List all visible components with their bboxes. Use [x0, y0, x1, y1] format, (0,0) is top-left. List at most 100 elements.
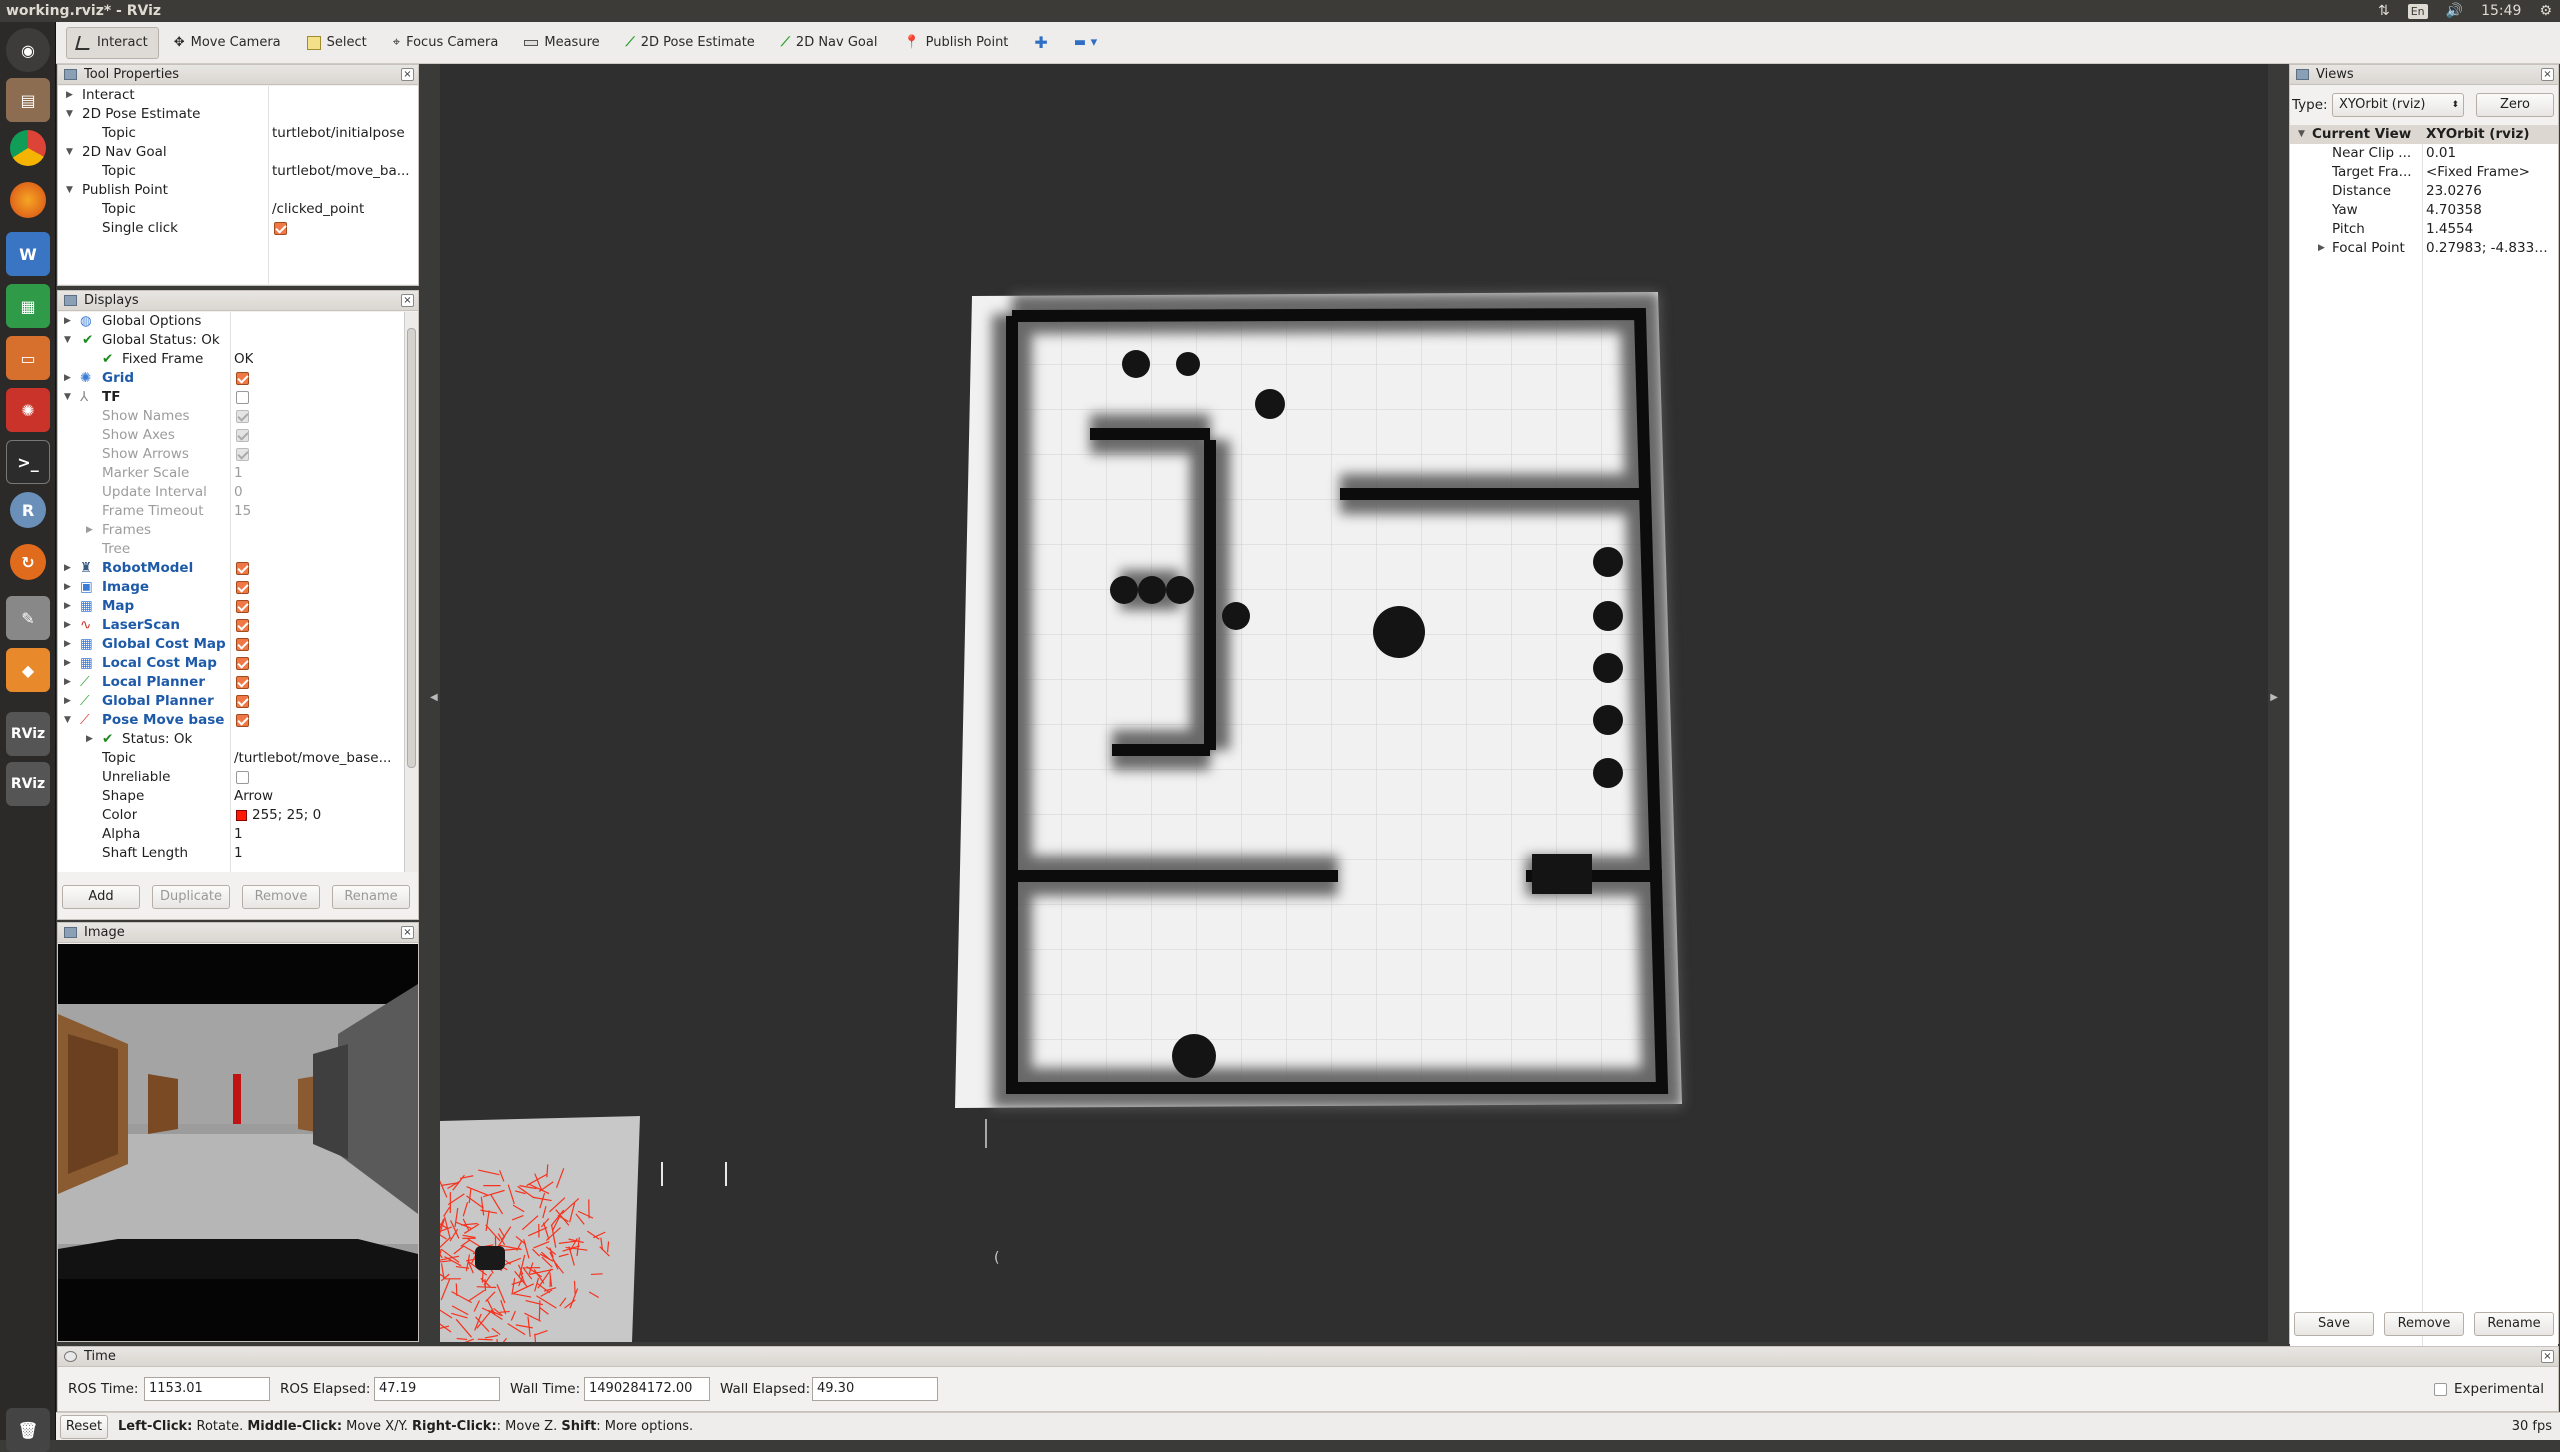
single-click-checkbox[interactable]	[274, 222, 287, 235]
display-checkbox[interactable]	[236, 562, 249, 575]
display-checkbox[interactable]	[236, 581, 249, 594]
remove-display-button[interactable]: Remove	[242, 885, 320, 909]
row-value[interactable]: 1	[234, 825, 243, 844]
tree-row[interactable]: Frame Timeout15	[58, 502, 404, 521]
tree-row[interactable]: ▼Current ViewXYOrbit (rviz)	[2290, 125, 2558, 144]
updater-icon[interactable]: ↻	[10, 544, 46, 580]
tree-row[interactable]: Color255; 25; 0	[58, 806, 404, 825]
tree-row[interactable]: Show Arrows	[58, 445, 404, 464]
r-icon[interactable]: R	[10, 492, 46, 528]
sublime-icon[interactable]: ◆	[6, 648, 50, 692]
wall-elapsed-field[interactable]: 49.30	[812, 1377, 938, 1401]
close-icon[interactable]: ×	[401, 68, 414, 81]
tree-row[interactable]: ▶▦Map	[58, 597, 404, 616]
left-collapse-handle[interactable]: ◀	[430, 692, 438, 703]
tree-row[interactable]: ▼2D Nav Goal	[58, 143, 418, 162]
ros-time-field[interactable]: 1153.01	[144, 1377, 270, 1401]
experimental-checkbox[interactable]	[2434, 1383, 2447, 1396]
ros-elapsed-field[interactable]: 47.19	[374, 1377, 500, 1401]
tree-row[interactable]: Target Fra...<Fixed Frame>	[2290, 163, 2558, 182]
row-value[interactable]: XYOrbit (rviz)	[2426, 125, 2530, 144]
tree-row[interactable]: ▼Publish Point	[58, 181, 418, 200]
display-checkbox[interactable]	[236, 638, 249, 651]
display-checkbox[interactable]	[236, 676, 249, 689]
display-checkbox[interactable]	[236, 391, 249, 404]
remove-tool-button[interactable]: ▬ ▾	[1063, 27, 1108, 59]
tree-row[interactable]: ▼✔Global Status: Ok	[58, 331, 404, 350]
disabled-checkbox[interactable]	[236, 429, 249, 442]
disabled-checkbox[interactable]	[236, 448, 249, 461]
tree-row[interactable]: Topic/clicked_point	[58, 200, 418, 219]
row-value[interactable]: turtlebot/initialpose	[272, 124, 418, 143]
tree-row[interactable]: Topicturtlebot/initialpose	[58, 124, 418, 143]
close-icon[interactable]: ×	[2541, 68, 2554, 81]
row-value[interactable]: <Fixed Frame>	[2426, 163, 2530, 182]
close-icon[interactable]: ×	[2541, 1350, 2554, 1363]
row-value[interactable]: 23.0276	[2426, 182, 2482, 201]
files-icon[interactable]: ▤	[6, 78, 50, 122]
tree-row[interactable]: ✔Fixed FrameOK	[58, 350, 404, 369]
nav-goal-tool-button[interactable]: ⟋2D Nav Goal	[770, 27, 889, 59]
tree-row[interactable]: ▶▦Global Cost Map	[58, 635, 404, 654]
tree-row[interactable]: Topicturtlebot/move_ba...	[58, 162, 418, 181]
impress-icon[interactable]: ▭	[6, 336, 50, 380]
duplicate-display-button[interactable]: Duplicate	[152, 885, 230, 909]
save-view-button[interactable]: Save	[2294, 1312, 2374, 1336]
tree-row[interactable]: Update Interval0	[58, 483, 404, 502]
tree-row[interactable]: ▼⟋Pose Move base	[58, 711, 404, 730]
tree-row[interactable]: Alpha1	[58, 825, 404, 844]
tree-row[interactable]: ▶▣Image	[58, 578, 404, 597]
row-value[interactable]: 0.01	[2426, 144, 2456, 163]
close-icon[interactable]: ×	[401, 294, 414, 307]
row-value[interactable]: 15	[234, 502, 251, 521]
wall-time-field[interactable]: 1490284172.00	[584, 1377, 710, 1401]
firefox-icon[interactable]	[10, 182, 46, 218]
focus-camera-tool-button[interactable]: ⌖Focus Camera	[382, 27, 510, 59]
display-checkbox[interactable]	[236, 714, 249, 727]
tree-row[interactable]: ▶✺Grid	[58, 369, 404, 388]
volume-icon[interactable]: 🔊	[2446, 0, 2463, 22]
tree-row[interactable]: ▶⟋Local Planner	[58, 673, 404, 692]
tree-row[interactable]: ShapeArrow	[58, 787, 404, 806]
disabled-checkbox[interactable]	[236, 410, 249, 423]
row-value[interactable]: /turtlebot/move_base...	[234, 749, 402, 768]
row-value[interactable]: turtlebot/move_ba...	[272, 162, 418, 181]
display-checkbox[interactable]	[236, 657, 249, 670]
tree-row[interactable]: ▶✔Status: Ok	[58, 730, 404, 749]
rviz-icon[interactable]: RViz	[6, 712, 50, 756]
tree-row[interactable]: ▼2D Pose Estimate	[58, 105, 418, 124]
tree-row[interactable]: ▶▦Local Cost Map	[58, 654, 404, 673]
network-icon[interactable]: ⇅	[2378, 0, 2390, 22]
remove-view-button[interactable]: Remove	[2384, 1312, 2464, 1336]
interact-tool-button[interactable]: Interact	[66, 27, 159, 59]
move-camera-tool-button[interactable]: ✥Move Camera	[163, 27, 292, 59]
chrome-icon[interactable]	[10, 130, 46, 166]
tree-row[interactable]: Topic/turtlebot/move_base...	[58, 749, 404, 768]
display-checkbox[interactable]	[236, 695, 249, 708]
add-tool-button[interactable]: ✚	[1023, 27, 1058, 59]
row-value[interactable]: 0.27983; -4.8332;...	[2426, 239, 2556, 258]
select-tool-button[interactable]: Select	[296, 27, 378, 59]
settings-gear-icon[interactable]: ⚙	[2539, 0, 2552, 22]
tree-row[interactable]: Distance23.0276	[2290, 182, 2558, 201]
tree-row[interactable]: ▶⟋Global Planner	[58, 692, 404, 711]
measure-tool-button[interactable]: Measure	[513, 27, 610, 59]
row-value[interactable]: /clicked_point	[272, 200, 418, 219]
tree-row[interactable]: ▶Frames	[58, 521, 404, 540]
rviz-spider-icon[interactable]: ✺	[6, 388, 50, 432]
add-display-button[interactable]: Add	[62, 885, 140, 909]
tree-row[interactable]: Tree	[58, 540, 404, 559]
unreliable-checkbox[interactable]	[236, 771, 249, 784]
reset-button[interactable]: Reset	[60, 1415, 108, 1439]
right-collapse-handle[interactable]: ▶	[2270, 692, 2278, 703]
text-editor-icon[interactable]: ✎	[6, 596, 50, 640]
rename-view-button[interactable]: Rename	[2474, 1312, 2554, 1336]
tree-row[interactable]: Show Names	[58, 407, 404, 426]
tree-row[interactable]: ▶Interact	[58, 86, 418, 105]
writer-icon[interactable]: W	[6, 232, 50, 276]
3d-viewport[interactable]: ( ◀ ▶	[440, 64, 2268, 1342]
row-value[interactable]: Arrow	[234, 787, 273, 806]
displays-scrollbar[interactable]	[404, 312, 418, 872]
ubuntu-dash-icon[interactable]: ◉	[6, 28, 50, 72]
display-checkbox[interactable]	[236, 619, 249, 632]
